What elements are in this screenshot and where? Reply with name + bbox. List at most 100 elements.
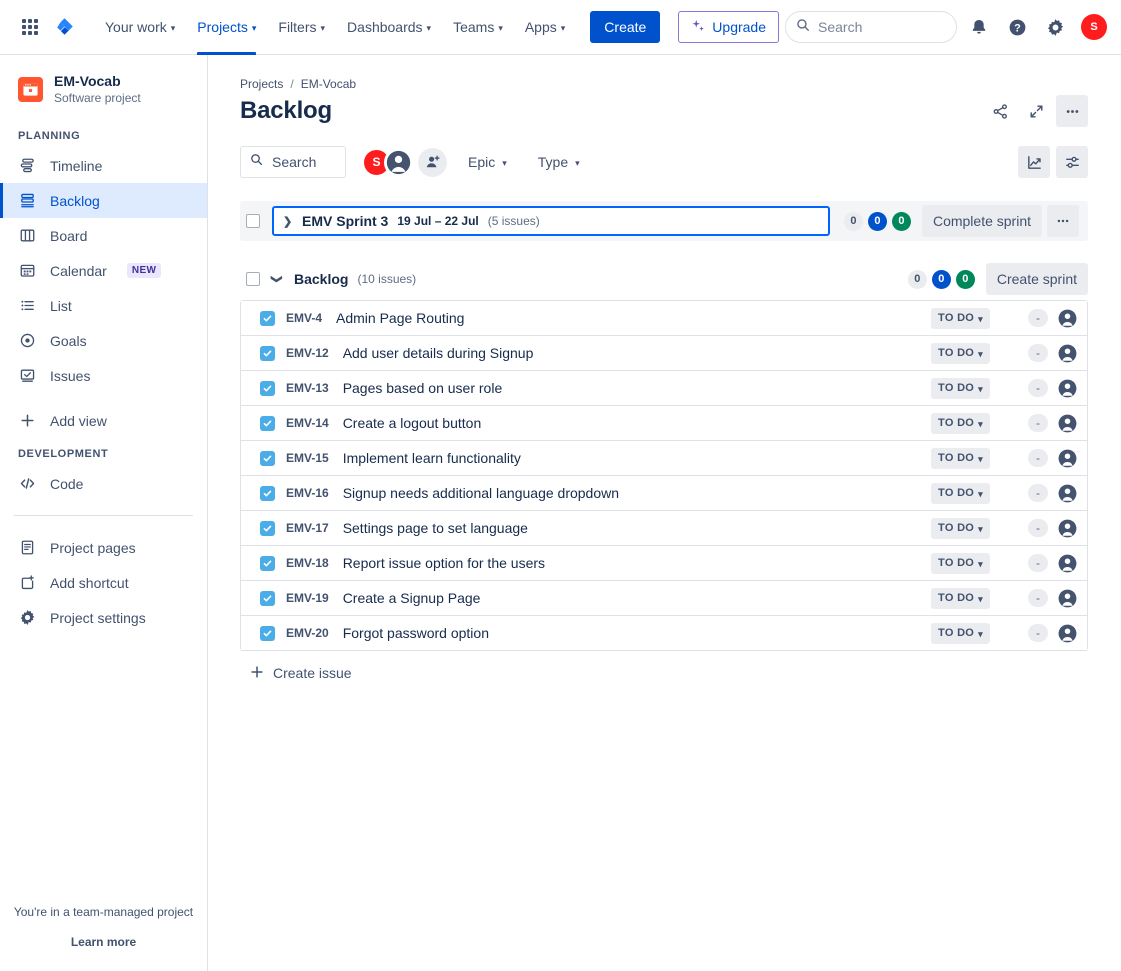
nav-your-work[interactable]: Your work ▾	[94, 0, 186, 55]
app-switcher-button[interactable]	[14, 11, 46, 43]
issue-summary[interactable]: Report issue option for the users	[343, 555, 545, 571]
fullscreen-button[interactable]	[1020, 95, 1052, 127]
issue-key[interactable]: EMV-12	[286, 346, 329, 360]
assignee-avatar[interactable]	[1058, 379, 1077, 398]
backlog-search-input[interactable]	[272, 154, 336, 170]
assignee-avatar[interactable]	[1058, 519, 1077, 538]
status-badge[interactable]: TO DO ▾	[931, 622, 990, 644]
add-people-button[interactable]	[418, 147, 447, 177]
issue-key[interactable]: EMV-4	[286, 311, 322, 325]
more-actions-button[interactable]	[1056, 95, 1088, 127]
sidebar-item-board[interactable]: Board	[0, 218, 207, 253]
sidebar-item-issues[interactable]: Issues	[0, 358, 207, 393]
issue-summary[interactable]: Create a Signup Page	[343, 590, 481, 606]
help-button[interactable]: ?	[1001, 11, 1033, 43]
profile-avatar[interactable]: S	[1081, 14, 1107, 40]
issue-summary[interactable]: Create a logout button	[343, 415, 482, 431]
table-row[interactable]: EMV-14 Create a logout button TO DO ▾ -	[241, 406, 1087, 441]
sidebar-item-add-view[interactable]: Add view	[0, 403, 207, 438]
table-row[interactable]: EMV-17 Settings page to set language TO DO…	[241, 511, 1087, 546]
table-row[interactable]: EMV-12 Add user details during Signup TO D…	[241, 336, 1087, 371]
issue-key[interactable]: EMV-13	[286, 381, 329, 395]
sprint-select-checkbox[interactable]	[246, 214, 260, 228]
status-badge[interactable]: TO DO ▾	[931, 377, 990, 399]
status-badge[interactable]: TO DO ▾	[931, 482, 990, 504]
complete-sprint-button[interactable]: Complete sprint	[921, 205, 1042, 237]
status-badge[interactable]: TO DO ▾	[931, 307, 990, 329]
table-row[interactable]: EMV-16 Signup needs additional language d…	[241, 476, 1087, 511]
assignee-avatar[interactable]	[1058, 554, 1077, 573]
issue-key[interactable]: EMV-15	[286, 451, 329, 465]
sidebar-item-add-shortcut[interactable]: Add shortcut	[0, 565, 207, 600]
status-badge[interactable]: TO DO ▾	[931, 342, 990, 364]
breadcrumb-project[interactable]: EM-Vocab	[301, 77, 356, 91]
assignee-avatar[interactable]	[1058, 624, 1077, 643]
issue-summary[interactable]: Admin Page Routing	[336, 310, 464, 326]
project-header[interactable]: EM-Vocab Software project	[0, 55, 207, 120]
nav-projects[interactable]: Projects ▾	[186, 0, 267, 55]
epic-field[interactable]: -	[1028, 344, 1048, 362]
issue-summary[interactable]: Pages based on user role	[343, 380, 503, 396]
global-search-input[interactable]	[818, 19, 946, 35]
create-sprint-button[interactable]: Create sprint	[985, 263, 1088, 295]
issue-key[interactable]: EMV-20	[286, 626, 329, 640]
backlog-search[interactable]	[240, 146, 346, 178]
create-button[interactable]: Create	[590, 11, 661, 43]
sidebar-item-list[interactable]: List	[0, 288, 207, 323]
issue-summary[interactable]: Settings page to set language	[343, 520, 528, 536]
learn-more-link[interactable]: Learn more	[0, 935, 207, 949]
issue-key[interactable]: EMV-14	[286, 416, 329, 430]
sidebar-item-project-pages[interactable]: Project pages	[0, 530, 207, 565]
issue-summary[interactable]: Signup needs additional language dropdow…	[343, 485, 619, 501]
epic-field[interactable]: -	[1028, 484, 1048, 502]
notifications-button[interactable]	[963, 11, 995, 43]
epic-field[interactable]: -	[1028, 624, 1048, 642]
status-badge[interactable]: TO DO ▾	[931, 447, 990, 469]
sidebar-item-goals[interactable]: Goals	[0, 323, 207, 358]
settings-button[interactable]	[1039, 11, 1071, 43]
nav-teams[interactable]: Teams ▾	[442, 0, 514, 55]
assignee-avatar[interactable]	[1058, 484, 1077, 503]
epic-field[interactable]: -	[1028, 379, 1048, 397]
type-filter[interactable]: Type ▾	[528, 146, 590, 178]
nav-filters[interactable]: Filters ▾	[267, 0, 336, 55]
create-issue-button[interactable]: Create issue	[240, 655, 390, 691]
epic-field[interactable]: -	[1028, 449, 1048, 467]
status-badge[interactable]: TO DO ▾	[931, 552, 990, 574]
breadcrumb-projects[interactable]: Projects	[240, 77, 283, 91]
issue-key[interactable]: EMV-18	[286, 556, 329, 570]
epic-field[interactable]: -	[1028, 554, 1048, 572]
issue-summary[interactable]: Forgot password option	[343, 625, 489, 641]
epic-filter[interactable]: Epic ▾	[458, 146, 517, 178]
view-settings-button[interactable]	[1056, 146, 1088, 178]
epic-field[interactable]: -	[1028, 589, 1048, 607]
assignee-avatar[interactable]	[1058, 449, 1077, 468]
epic-field[interactable]: -	[1028, 414, 1048, 432]
global-search[interactable]	[785, 11, 957, 43]
assignee-avatar[interactable]	[1058, 309, 1077, 328]
upgrade-button[interactable]: Upgrade	[678, 11, 779, 43]
insights-button[interactable]	[1018, 146, 1050, 178]
sprint-more-actions-button[interactable]	[1047, 205, 1079, 237]
status-badge[interactable]: TO DO ▾	[931, 412, 990, 434]
issue-key[interactable]: EMV-17	[286, 521, 329, 535]
table-row[interactable]: EMV-18 Report issue option for the users T…	[241, 546, 1087, 581]
assignee-avatar[interactable]	[1058, 414, 1077, 433]
table-row[interactable]: EMV-15 Implement learn functionality TO DO…	[241, 441, 1087, 476]
table-row[interactable]: EMV-4 Admin Page Routing TO DO ▾ -	[241, 301, 1087, 336]
sidebar-item-backlog[interactable]: Backlog	[0, 183, 207, 218]
table-row[interactable]: EMV-19 Create a Signup Page TO DO ▾ -	[241, 581, 1087, 616]
jira-logo-icon[interactable]	[48, 11, 82, 43]
epic-field[interactable]: -	[1028, 519, 1048, 537]
status-badge[interactable]: TO DO ▾	[931, 587, 990, 609]
issue-summary[interactable]: Implement learn functionality	[343, 450, 521, 466]
share-button[interactable]	[984, 95, 1016, 127]
status-badge[interactable]: TO DO ▾	[931, 517, 990, 539]
sprint-toggle[interactable]: ❯ EMV Sprint 3 19 Jul – 22 Jul (5 issues…	[272, 206, 830, 236]
assignee-avatar[interactable]	[1058, 589, 1077, 608]
table-row[interactable]: EMV-20 Forgot password option TO DO ▾ -	[241, 616, 1087, 651]
sidebar-item-project-settings[interactable]: Project settings	[0, 600, 207, 635]
issue-summary[interactable]: Add user details during Signup	[343, 345, 534, 361]
avatar-unassigned[interactable]	[384, 147, 413, 177]
sidebar-item-calendar[interactable]: Calendar NEW	[0, 253, 207, 288]
